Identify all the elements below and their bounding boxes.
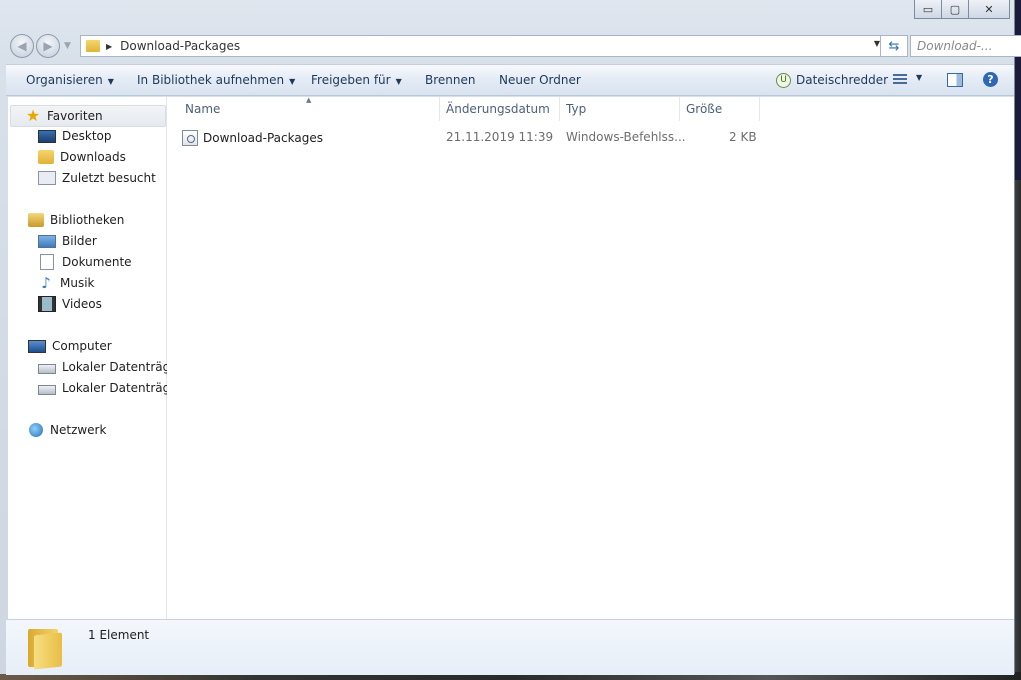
breadcrumb-item[interactable]: Download-Packages (120, 39, 240, 53)
burn-button[interactable]: Brennen (425, 73, 475, 87)
recent-pages-dropdown-icon[interactable]: ▼ (64, 41, 71, 51)
sidebar-item-label: Bilder (62, 234, 97, 248)
organize-menu-button[interactable]: Organisieren ▼ (26, 73, 114, 87)
include-in-library-button[interactable]: In Bibliothek aufnehmen ▼ (137, 73, 295, 87)
downloads-folder-icon (38, 150, 54, 164)
sidebar-item-label: Lokaler Datenträger (62, 381, 183, 395)
sidebar-item-favorites[interactable]: ★ Favoriten (10, 105, 166, 127)
column-header-size[interactable]: Größe (679, 97, 760, 121)
forward-arrow-icon: ▶ (43, 39, 53, 53)
command-bar: Organisieren ▼ In Bibliothek aufnehmen ▼ F… (6, 64, 1014, 96)
sidebar-item-local-disk[interactable]: Lokaler Datenträger (38, 357, 183, 377)
sidebar-item-label: Lokaler Datenträger (62, 360, 183, 374)
maximize-button[interactable]: ▢ (941, 0, 969, 19)
forward-button[interactable]: ▶ (36, 34, 60, 58)
include-library-label: In Bibliothek aufnehmen (137, 73, 285, 87)
sidebar-item-label: Downloads (60, 150, 126, 164)
music-icon: ♪ (41, 274, 51, 292)
caption-buttons: ▭ ▢ ✕ (914, 0, 1010, 19)
libraries-icon (28, 213, 44, 227)
column-header-name[interactable]: Name (178, 97, 440, 121)
sidebar-item-label: Netzwerk (50, 423, 107, 437)
sidebar-item-computer[interactable]: Computer (28, 336, 112, 356)
sidebar-item-pictures[interactable]: Bilder (38, 231, 97, 251)
sidebar-item-videos[interactable]: Videos (38, 294, 102, 314)
view-options-dropdown-icon[interactable]: ▼ (916, 73, 922, 82)
sidebar-item-label: Musik (60, 276, 95, 290)
file-type: Windows-Befehlss... (566, 130, 686, 144)
close-button[interactable]: ✕ (968, 0, 1010, 19)
chevron-down-icon: ▼ (107, 77, 114, 86)
sidebar-item-network[interactable]: Netzwerk (28, 420, 106, 440)
refresh-button[interactable]: ⇆ (880, 35, 908, 57)
minimize-button[interactable]: ▭ (914, 0, 942, 19)
column-header-type[interactable]: Typ (559, 97, 680, 121)
sidebar-item-label: Dokumente (62, 255, 132, 269)
shredder-icon: U (776, 73, 791, 88)
sidebar-item-downloads[interactable]: Downloads (38, 147, 126, 167)
explorer-window: ▭ ▢ ✕ ◀ ▶ ▼ ▶ Download-Packages ▼ ⇆ Down… (0, 0, 1021, 675)
pictures-icon (38, 234, 56, 248)
network-icon (29, 423, 43, 437)
nav-buttons: ◀ ▶ ▼ (10, 34, 71, 58)
item-count: 1 Element (88, 628, 150, 642)
sidebar-item-local-disk[interactable]: Lokaler Datenträger (38, 378, 183, 398)
sidebar-item-libraries[interactable]: Bibliotheken (28, 210, 124, 230)
chevron-down-icon: ▼ (289, 77, 296, 86)
computer-icon (28, 339, 46, 353)
documents-icon (40, 254, 54, 270)
batch-file-icon (182, 130, 198, 146)
sidebar-item-label: Bibliotheken (50, 213, 125, 227)
local-disk-icon (38, 385, 56, 395)
refresh-icon: ⇆ (888, 38, 900, 54)
sidebar-item-documents[interactable]: Dokumente (38, 252, 132, 272)
local-disk-icon (38, 364, 56, 374)
sidebar-item-desktop[interactable]: Desktop (38, 126, 112, 146)
file-date: 21.11.2019 11:39 (446, 130, 554, 144)
star-icon: ★ (25, 106, 41, 125)
table-row[interactable]: Download-Packages (182, 127, 323, 149)
recent-places-icon (38, 171, 56, 185)
sidebar-item-music[interactable]: ♪ Musik (38, 273, 95, 293)
sidebar-item-label: Computer (52, 339, 112, 353)
navigation-pane: ★ Favoriten Desktop Downloads Zuletzt be… (8, 97, 183, 619)
search-input[interactable]: Download-... (910, 35, 1021, 57)
chevron-down-icon: ▼ (395, 77, 402, 86)
sidebar-item-recent[interactable]: Zuletzt besucht (38, 168, 156, 188)
preview-pane-icon[interactable] (947, 73, 963, 87)
sidebar-item-label: Favoriten (47, 109, 103, 123)
file-list: ▲ Name Änderungsdatum Typ Größe Download… (167, 96, 1014, 619)
details-pane: 1 Element (6, 619, 1014, 675)
new-folder-button[interactable]: Neuer Ordner (499, 73, 581, 87)
sidebar-item-label: Videos (62, 297, 102, 311)
navigation-bar: ◀ ▶ ▼ ▶ Download-Packages ▼ ⇆ Download-.… (8, 33, 1021, 59)
file-shredder-button[interactable]: U Dateischredder (776, 73, 888, 88)
back-arrow-icon: ◀ (17, 39, 27, 53)
videos-icon (38, 296, 56, 312)
folder-icon (28, 626, 68, 670)
sidebar-item-label: Desktop (62, 129, 112, 143)
folder-icon (86, 40, 100, 52)
change-view-icon[interactable] (893, 74, 907, 85)
share-with-button[interactable]: Freigeben für ▼ (311, 73, 402, 87)
share-label: Freigeben für (311, 73, 391, 87)
help-icon[interactable]: ? (983, 72, 998, 87)
desktop-icon (38, 129, 56, 143)
sidebar-item-label: Zuletzt besucht (62, 171, 156, 185)
shredder-label: Dateischredder (796, 73, 889, 87)
back-button[interactable]: ◀ (10, 34, 34, 58)
file-name: Download-Packages (203, 131, 323, 145)
column-header-date[interactable]: Änderungsdatum (439, 97, 560, 121)
organize-label: Organisieren (26, 73, 103, 87)
breadcrumb-chevron-icon[interactable]: ▶ (106, 42, 112, 51)
address-bar[interactable]: ▶ Download-Packages ▼ (80, 35, 885, 57)
file-size: 2 KB (729, 130, 757, 144)
